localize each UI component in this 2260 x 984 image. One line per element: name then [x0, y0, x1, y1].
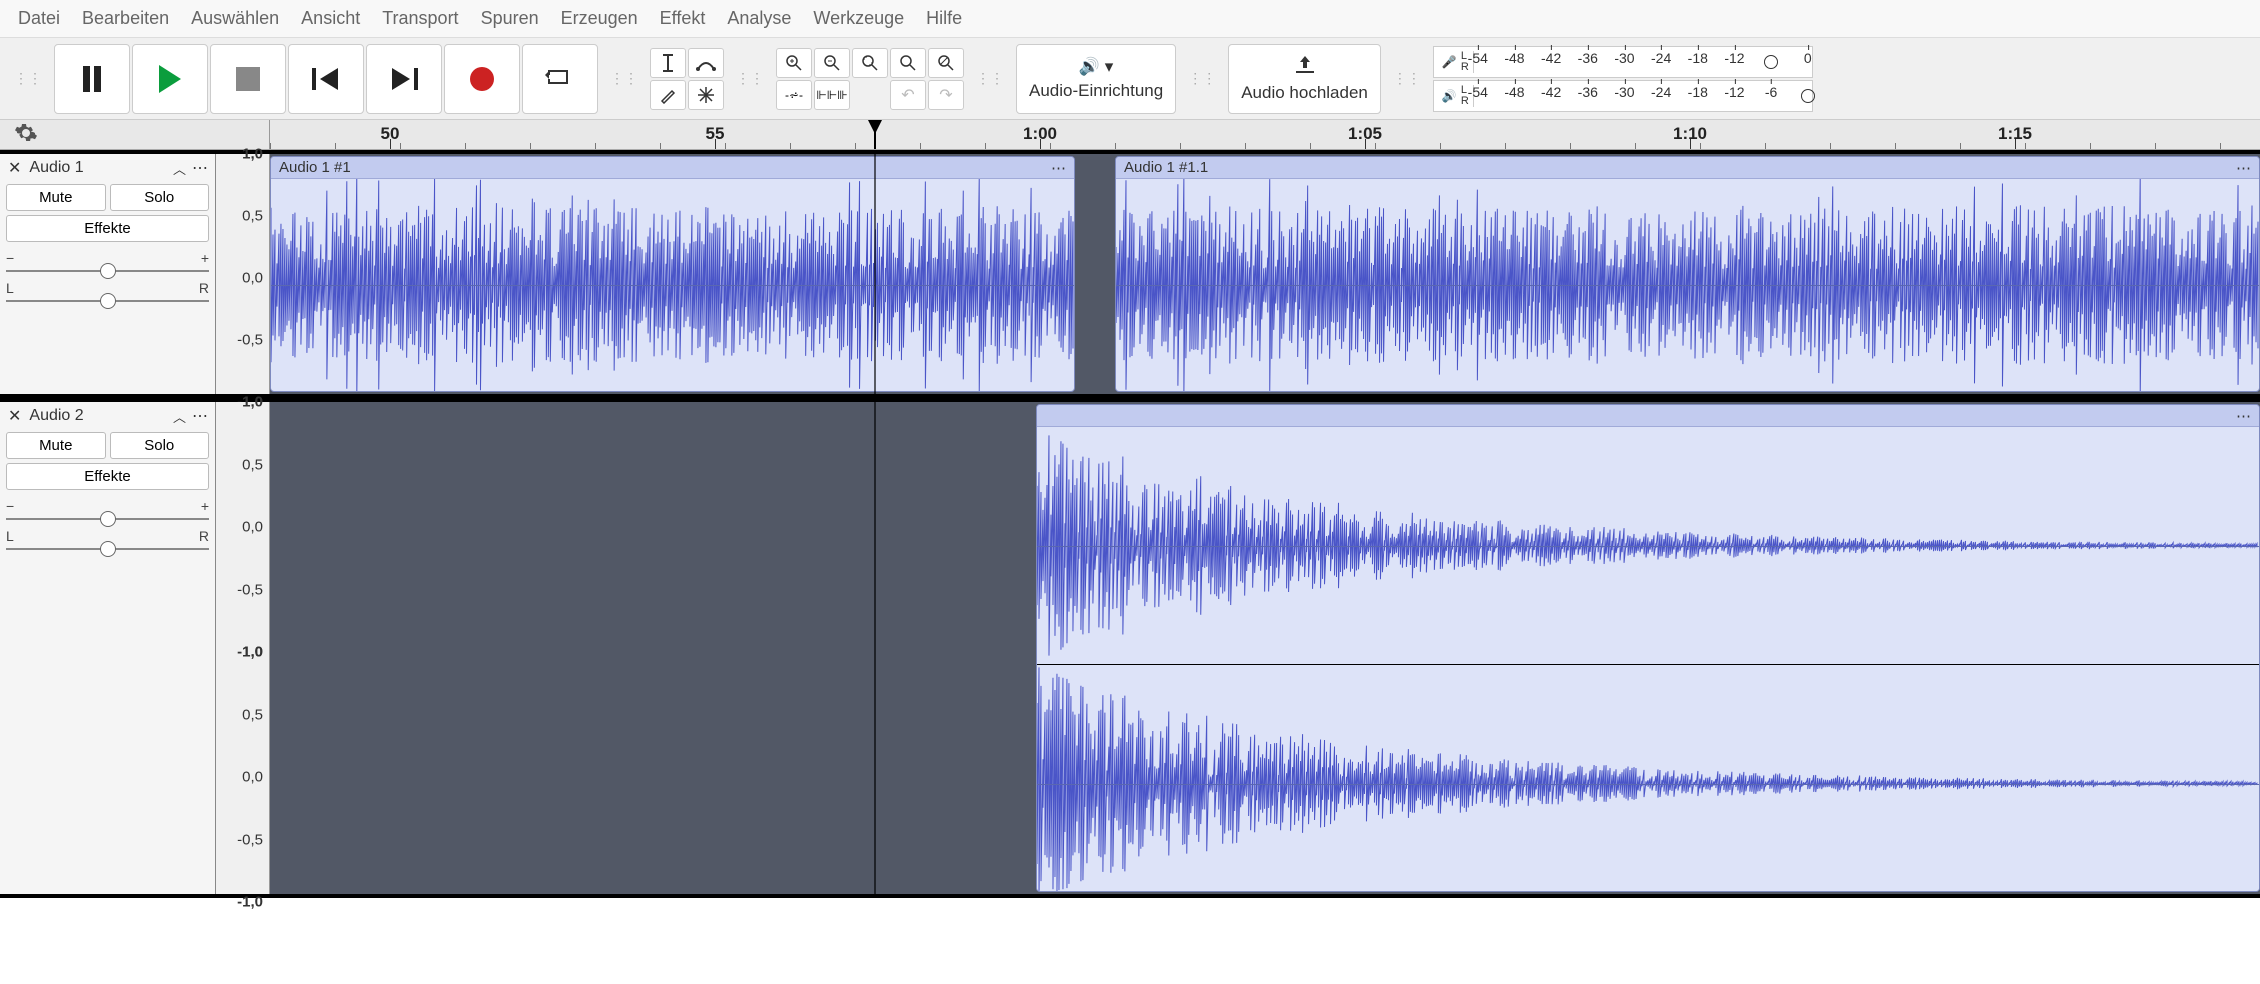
menu-hilfe[interactable]: Hilfe — [916, 4, 972, 33]
grip-icon[interactable]: ⋮⋮ — [8, 70, 48, 87]
close-track-button[interactable]: ✕ — [6, 158, 23, 178]
menu-werkzeuge[interactable]: Werkzeuge — [803, 4, 914, 33]
grip-icon[interactable]: ⋮⋮ — [1387, 70, 1427, 87]
pan-slider[interactable]: LR — [6, 280, 209, 302]
menu-datei[interactable]: Datei — [8, 4, 70, 33]
recording-meter[interactable]: 🎤 LR -54-48-42-36-30-24-18-120 — [1433, 46, 1813, 78]
audio-clip[interactable]: ⋯ — [1036, 404, 2260, 892]
effects-button[interactable]: Effekte — [6, 463, 209, 490]
grip-icon[interactable]: ⋮⋮ — [1182, 70, 1222, 87]
toolbar: ⋮⋮ ⋮⋮ ⋮⋮ — [0, 38, 2260, 120]
collapse-track-button[interactable]: ︿ — [173, 407, 186, 426]
redo-button[interactable]: ↷ — [928, 80, 964, 110]
fit-selection-button[interactable] — [852, 48, 888, 78]
clip-name: Audio 1 #1.1 — [1124, 159, 1208, 176]
loop-button[interactable] — [522, 44, 598, 114]
gear-icon[interactable] — [14, 121, 38, 148]
menu-spuren[interactable]: Spuren — [471, 4, 549, 33]
stop-button[interactable] — [210, 44, 286, 114]
tracks-area: ✕ Audio 1 ︿ ⋯ Mute Solo Effekte −+ LR 1,… — [0, 150, 2260, 898]
skip-end-button[interactable] — [366, 44, 442, 114]
grip-icon[interactable]: ⋮⋮ — [604, 70, 644, 87]
share-audio-label: Audio hochladen — [1241, 83, 1368, 103]
zoom-out-button[interactable] — [814, 48, 850, 78]
close-track-button[interactable]: ✕ — [6, 406, 23, 426]
microphone-icon: 🎤 — [1438, 55, 1461, 69]
track-name: Audio 1 — [29, 159, 83, 177]
multi-tool[interactable] — [688, 80, 724, 110]
grip-icon[interactable]: ⋮⋮ — [970, 70, 1010, 87]
selection-tool[interactable] — [650, 48, 686, 78]
draw-tool[interactable] — [650, 80, 686, 110]
audio-clip[interactable]: Audio 1 #1 ⋯ — [270, 156, 1075, 392]
trim-outside-button[interactable]: -⩫- — [776, 80, 812, 110]
undo-button[interactable]: ↶ — [890, 80, 926, 110]
grip-icon[interactable]: ⋮⋮ — [730, 70, 770, 87]
pan-slider[interactable]: LR — [6, 528, 209, 550]
mute-button[interactable]: Mute — [6, 184, 106, 211]
menu-analyse[interactable]: Analyse — [717, 4, 801, 33]
audio-setup-label: Audio-Einrichtung — [1029, 81, 1163, 101]
menu-bar: Datei Bearbeiten Auswählen Ansicht Trans… — [0, 0, 2260, 38]
audio-setup-button[interactable]: 🔊 ▾ Audio-Einrichtung — [1016, 44, 1176, 114]
gain-slider[interactable]: −+ — [6, 498, 209, 520]
clip-name: Audio 1 #1 — [279, 159, 351, 176]
record-button[interactable] — [444, 44, 520, 114]
track-name: Audio 2 — [29, 407, 83, 425]
clip-menu-button[interactable]: ⋯ — [2236, 407, 2251, 425]
track-control-panel: ✕ Audio 2 ︿ ⋯ Mute Solo Effekte −+ LR — [0, 402, 216, 894]
track-waveform-area[interactable]: ⋯ — [270, 402, 2260, 894]
solo-button[interactable]: Solo — [110, 184, 210, 211]
track-menu-button[interactable]: ⋯ — [192, 406, 209, 426]
collapse-track-button[interactable]: ︿ — [173, 159, 186, 178]
menu-ansicht[interactable]: Ansicht — [291, 4, 370, 33]
envelope-tool[interactable] — [688, 48, 724, 78]
fit-project-button[interactable] — [890, 48, 926, 78]
speaker-icon: 🔊 — [1438, 89, 1461, 103]
audio-clip[interactable]: Audio 1 #1.1 ⋯ — [1115, 156, 2260, 392]
track-control-panel: ✕ Audio 1 ︿ ⋯ Mute Solo Effekte −+ LR — [0, 154, 216, 394]
clip-menu-button[interactable]: ⋯ — [2236, 159, 2251, 177]
skip-start-button[interactable] — [288, 44, 364, 114]
upload-icon — [1294, 54, 1316, 79]
playback-meter[interactable]: 🔊 LR -54-48-42-36-30-24-18-12-6 — [1433, 80, 1813, 112]
zoom-toggle-button[interactable] — [928, 48, 964, 78]
menu-transport[interactable]: Transport — [372, 4, 468, 33]
mute-button[interactable]: Mute — [6, 432, 106, 459]
menu-auswaehlen[interactable]: Auswählen — [181, 4, 289, 33]
zoom-in-button[interactable] — [776, 48, 812, 78]
time-ruler[interactable]: 50551:001:051:101:15 — [0, 120, 2260, 150]
solo-button[interactable]: Solo — [110, 432, 210, 459]
effects-button[interactable]: Effekte — [6, 215, 209, 242]
clip-menu-button[interactable]: ⋯ — [1051, 159, 1066, 177]
menu-bearbeiten[interactable]: Bearbeiten — [72, 4, 179, 33]
pause-button[interactable] — [54, 44, 130, 114]
play-button[interactable] — [132, 44, 208, 114]
track-waveform-area[interactable]: Audio 1 #1 ⋯ Audio 1 #1.1 ⋯ — [270, 154, 2260, 394]
speaker-icon: 🔊 ▾ — [1079, 57, 1113, 77]
silence-selection-button[interactable]: ⊩⊩⊪ — [814, 80, 850, 110]
gain-slider[interactable]: −+ — [6, 250, 209, 272]
track-menu-button[interactable]: ⋯ — [192, 158, 209, 178]
menu-erzeugen[interactable]: Erzeugen — [551, 4, 648, 33]
menu-effekt[interactable]: Effekt — [650, 4, 716, 33]
share-audio-button[interactable]: Audio hochladen — [1228, 44, 1381, 114]
